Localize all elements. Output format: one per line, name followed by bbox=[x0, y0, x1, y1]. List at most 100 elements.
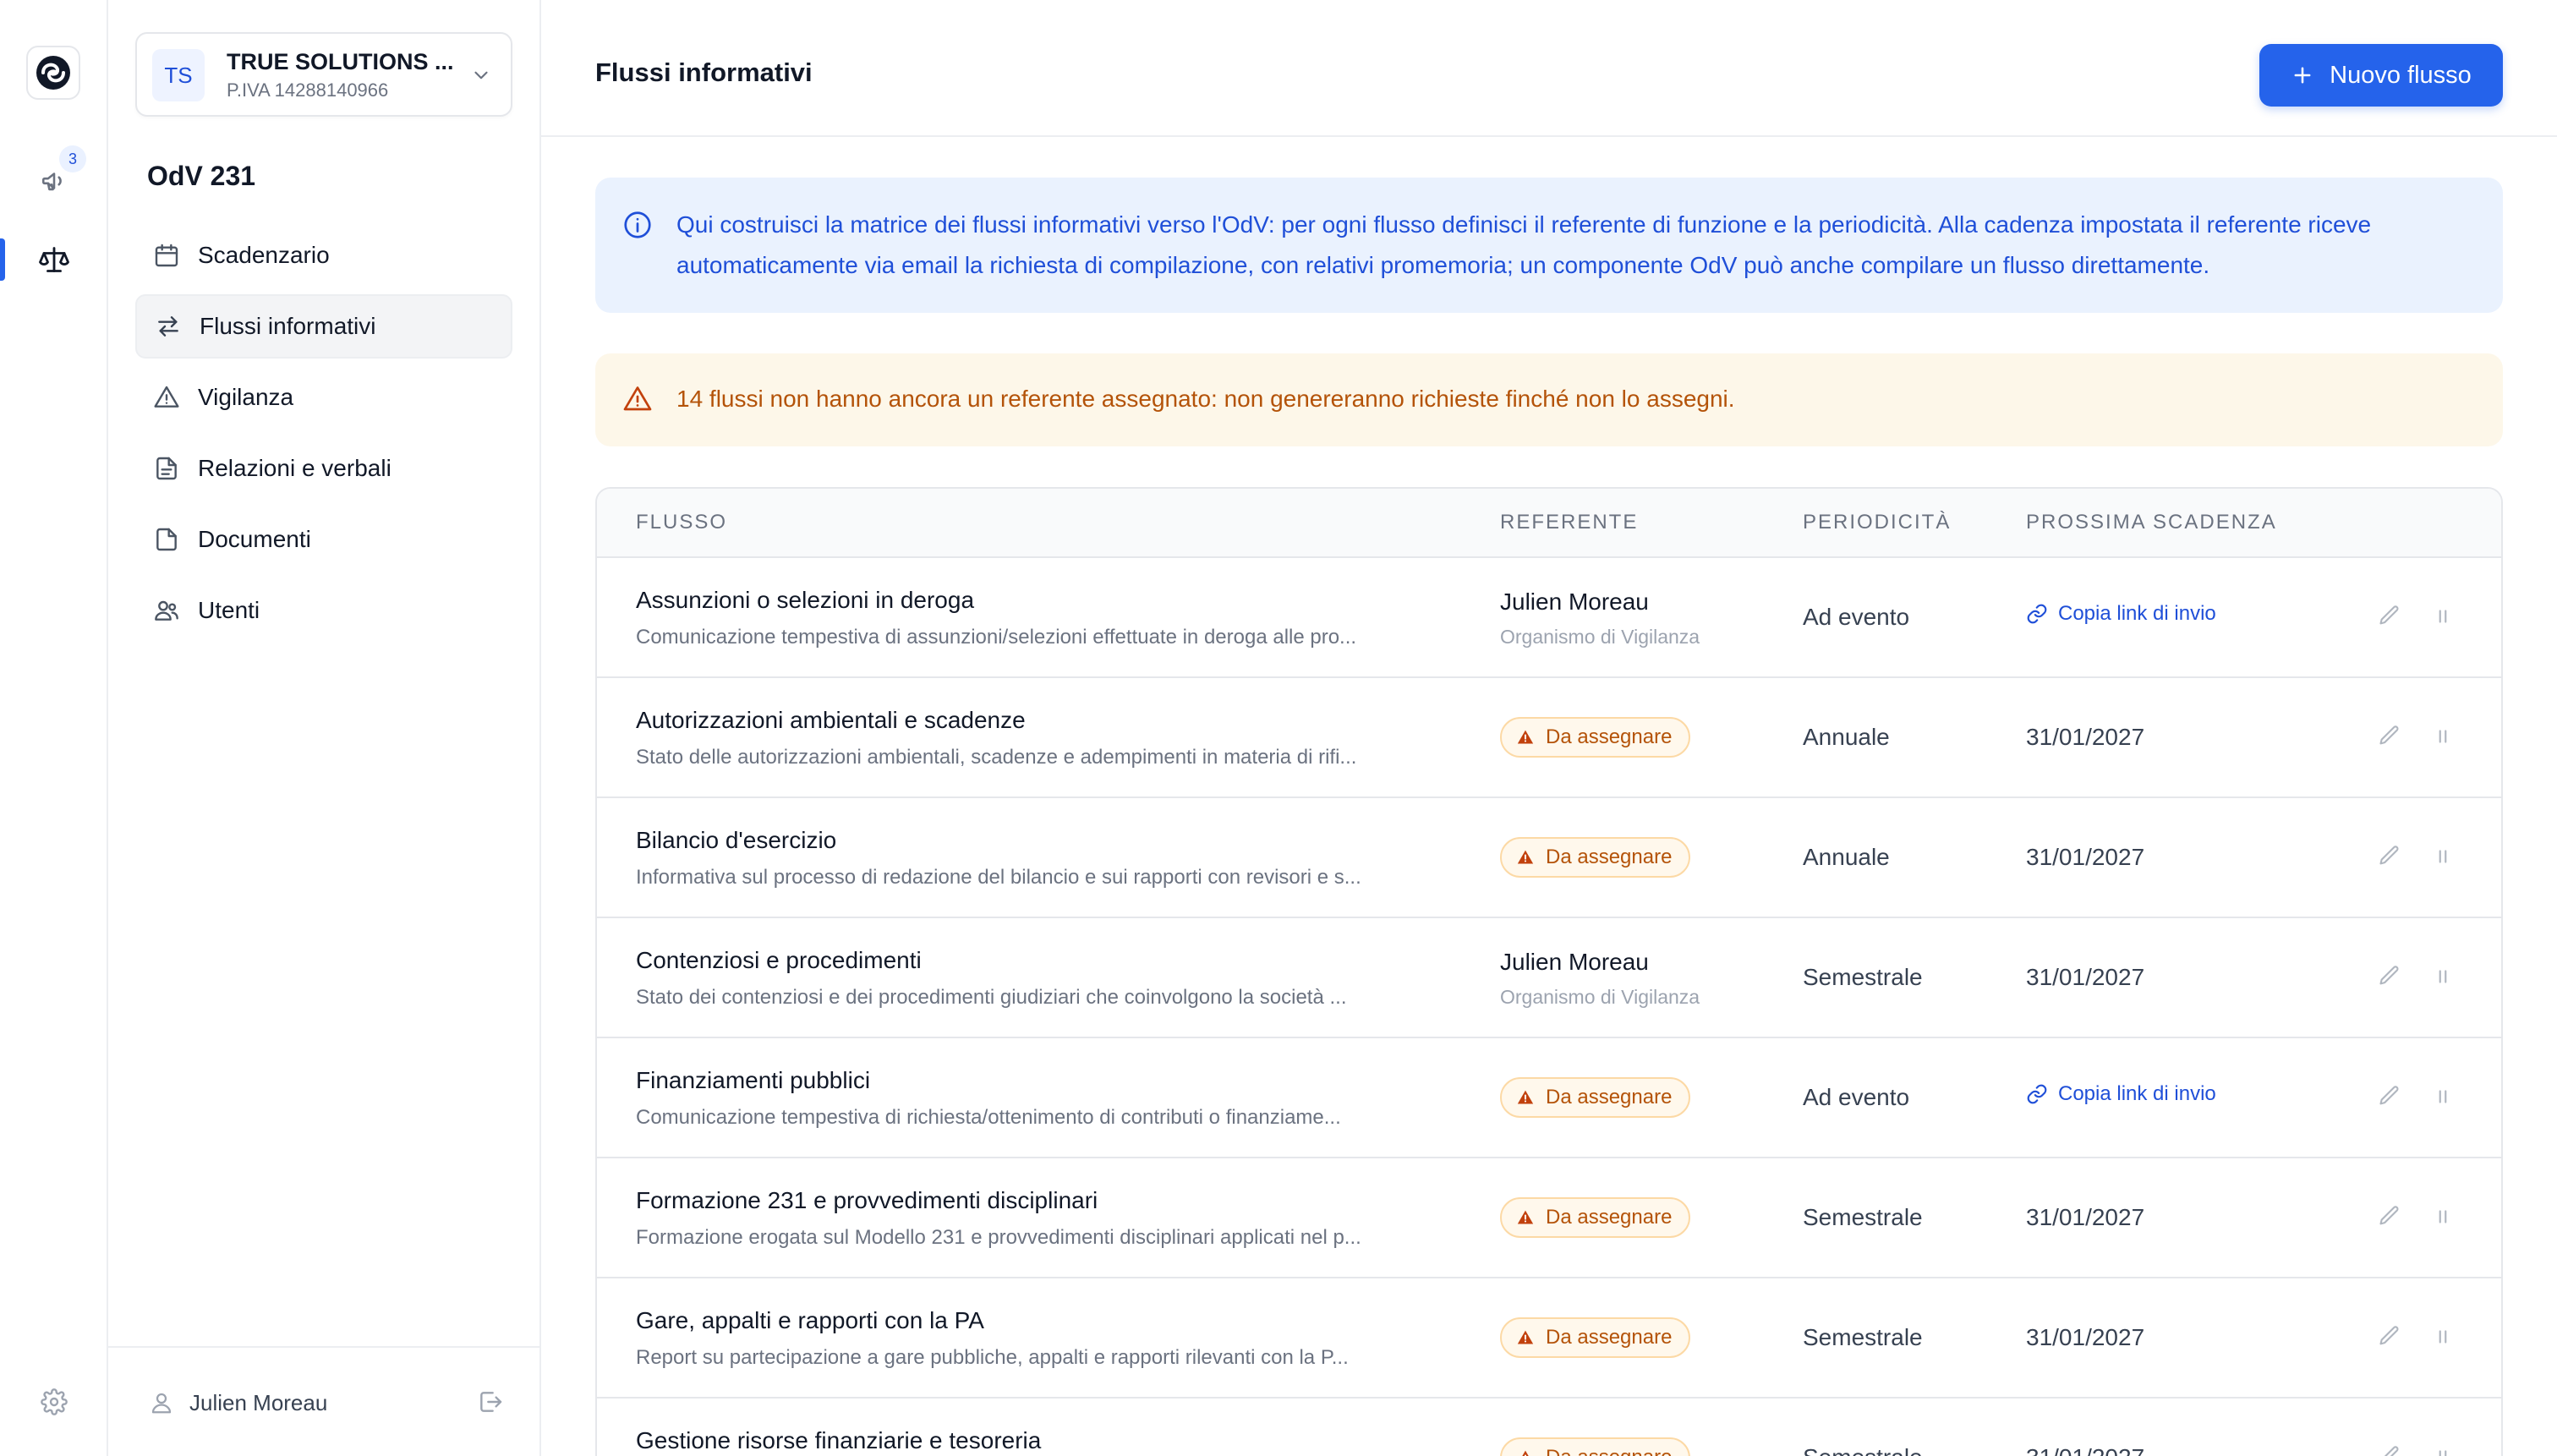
sidebar-item-label: Scadenzario bbox=[198, 242, 330, 268]
copy-link-button[interactable]: Copia link di invio bbox=[2026, 602, 2216, 626]
sidebar: TS TRUE SOLUTIONS ... P.IVA 14288140966 … bbox=[108, 0, 541, 1456]
warning-triangle-icon bbox=[152, 383, 181, 412]
unassigned-badge-label: Da assegnare bbox=[1546, 1086, 1673, 1108]
document-text-icon bbox=[152, 454, 181, 483]
flow-title[interactable]: Gare, appalti e rapporti con la PA bbox=[636, 1307, 984, 1334]
module-title: OdV 231 bbox=[147, 161, 256, 191]
pause-icon[interactable] bbox=[2432, 1206, 2454, 1232]
table-header: FLUSSO REFERENTE PERIODICITÀ PROSSIMA SC… bbox=[597, 489, 2501, 558]
pause-icon[interactable] bbox=[2432, 966, 2454, 992]
copy-link-button[interactable]: Copia link di invio bbox=[2026, 1082, 2216, 1106]
table-row[interactable]: Contenziosi e procedimenti Stato dei cont… bbox=[597, 918, 2501, 1038]
unassigned-badge[interactable]: Da assegnare bbox=[1500, 1077, 1691, 1118]
table-row[interactable]: Gestione risorse finanziarie e tesoreria… bbox=[597, 1399, 2501, 1456]
org-switcher[interactable]: TS TRUE SOLUTIONS ... P.IVA 14288140966 bbox=[135, 32, 512, 117]
table-row[interactable]: Assunzioni o selezioni in deroga Comunica… bbox=[597, 558, 2501, 678]
flow-next-deadline: 31/01/2027 bbox=[2026, 964, 2145, 990]
flow-description: Comunicazione tempestiva di assunzioni/s… bbox=[636, 626, 1357, 649]
flow-description: Comunicazione tempestiva di richiesta/ot… bbox=[636, 1106, 1341, 1129]
pause-icon[interactable] bbox=[2432, 846, 2454, 872]
unassigned-badge[interactable]: Da assegnare bbox=[1500, 1197, 1691, 1238]
sidebar-item-utenti[interactable]: Utenti bbox=[135, 578, 512, 643]
flow-description: Stato dei contenziosi e dei procedimenti… bbox=[636, 986, 1347, 1009]
pause-icon[interactable] bbox=[2432, 1086, 2454, 1112]
sidebar-item-documenti[interactable]: Documenti bbox=[135, 507, 512, 572]
pencil-icon[interactable] bbox=[2378, 844, 2401, 872]
unassigned-badge[interactable]: Da assegnare bbox=[1500, 1317, 1691, 1358]
flow-title[interactable]: Gestione risorse finanziarie e tesoreria bbox=[636, 1427, 1041, 1454]
unassigned-badge-label: Da assegnare bbox=[1546, 725, 1673, 748]
pencil-icon[interactable] bbox=[2378, 964, 2401, 992]
flows-table: FLUSSO REFERENTE PERIODICITÀ PROSSIMA SC… bbox=[595, 487, 2503, 1456]
pencil-icon[interactable] bbox=[2378, 1204, 2401, 1232]
org-avatar: TS bbox=[152, 49, 205, 101]
flow-title[interactable]: Assunzioni o selezioni in deroga bbox=[636, 587, 974, 614]
current-user-name: Julien Moreau bbox=[189, 1390, 328, 1415]
column-header-periodicita[interactable]: PERIODICITÀ bbox=[1803, 511, 1951, 534]
copy-link-label: Copia link di invio bbox=[2058, 602, 2216, 625]
pause-icon[interactable] bbox=[2432, 1326, 2454, 1352]
flow-next-deadline: 31/01/2027 bbox=[2026, 1324, 2145, 1350]
flow-title[interactable]: Formazione 231 e provvedimenti disciplin… bbox=[636, 1187, 1098, 1214]
pause-icon[interactable] bbox=[2432, 605, 2454, 632]
sidebar-item-flussi-informativi[interactable]: Flussi informativi bbox=[135, 294, 512, 359]
column-header-flusso[interactable]: FLUSSO bbox=[636, 511, 727, 534]
sidebar-item-vigilanza[interactable]: Vigilanza bbox=[135, 365, 512, 430]
flow-periodicity: Ad evento bbox=[1803, 604, 1910, 630]
calendar-icon bbox=[152, 241, 181, 270]
flow-periodicity: Semestrale bbox=[1803, 1324, 1923, 1350]
referente-name: Julien Moreau bbox=[1500, 949, 1649, 975]
info-banner: Qui costruisci la matrice dei flussi inf… bbox=[595, 178, 2503, 313]
chevron-down-icon bbox=[470, 64, 492, 90]
pencil-icon[interactable] bbox=[2378, 604, 2401, 632]
sidebar-item-scadenzario[interactable]: Scadenzario bbox=[135, 223, 512, 287]
table-row[interactable]: Finanziamenti pubblici Comunicazione temp… bbox=[597, 1038, 2501, 1158]
table-row[interactable]: Gare, appalti e rapporti con la PA Report… bbox=[597, 1278, 2501, 1399]
unassigned-badge[interactable]: Da assegnare bbox=[1500, 837, 1691, 878]
flow-title[interactable]: Autorizzazioni ambientali e scadenze bbox=[636, 707, 1026, 734]
pause-icon[interactable] bbox=[2432, 725, 2454, 752]
pencil-icon[interactable] bbox=[2378, 1084, 2401, 1112]
flow-description: Report su partecipazione a gare pubblich… bbox=[636, 1346, 1349, 1369]
warning-triangle-icon bbox=[1517, 850, 1534, 864]
sidebar-item-relazioni-e-verbali[interactable]: Relazioni e verbali bbox=[135, 436, 512, 501]
pencil-icon[interactable] bbox=[2378, 724, 2401, 752]
pause-icon[interactable] bbox=[2432, 1446, 2454, 1456]
logout-icon[interactable] bbox=[477, 1388, 504, 1420]
column-header-referente[interactable]: REFERENTE bbox=[1500, 511, 1638, 534]
warning-triangle-icon bbox=[1517, 1090, 1534, 1104]
table-row[interactable]: Autorizzazioni ambientali e scadenze Stat… bbox=[597, 678, 2501, 798]
user-icon bbox=[149, 1390, 174, 1420]
pencil-icon[interactable] bbox=[2378, 1324, 2401, 1352]
unassigned-badge-label: Da assegnare bbox=[1546, 846, 1673, 868]
referente-role: Organismo di Vigilanza bbox=[1500, 986, 1700, 1008]
warning-triangle-icon bbox=[1517, 730, 1534, 744]
flow-next-deadline: 31/01/2027 bbox=[2026, 1444, 2144, 1456]
flow-title[interactable]: Contenziosi e procedimenti bbox=[636, 947, 922, 974]
flow-next-deadline: 31/01/2027 bbox=[2026, 844, 2145, 870]
info-icon bbox=[622, 210, 653, 244]
logo-icon[interactable] bbox=[26, 46, 80, 100]
new-flow-button[interactable]: Nuovo flusso bbox=[2259, 44, 2503, 107]
table-row[interactable]: Bilancio d'esercizio Informativa sul proc… bbox=[597, 798, 2501, 918]
gear-icon[interactable] bbox=[30, 1378, 78, 1426]
flow-next-deadline: 31/01/2027 bbox=[2026, 724, 2145, 750]
flow-title[interactable]: Bilancio d'esercizio bbox=[636, 827, 836, 854]
main-content: Flussi informativi Nuovo flusso Qui cost… bbox=[541, 0, 2557, 1456]
unassigned-badge-label: Da assegnare bbox=[1546, 1326, 1673, 1349]
info-banner-text: Qui costruisci la matrice dei flussi inf… bbox=[676, 211, 2372, 278]
warning-triangle-icon bbox=[1517, 1330, 1534, 1344]
pencil-icon[interactable] bbox=[2378, 1444, 2401, 1456]
unassigned-badge[interactable]: Da assegnare bbox=[1500, 717, 1691, 758]
table-row[interactable]: Formazione 231 e provvedimenti disciplin… bbox=[597, 1158, 2501, 1278]
sidebar-item-label: Documenti bbox=[198, 526, 311, 552]
flow-periodicity: Semestrale bbox=[1803, 1444, 1923, 1456]
unassigned-badge[interactable]: Da assegnare bbox=[1500, 1437, 1691, 1456]
column-header-prossima-scadenza[interactable]: PROSSIMA SCADENZA bbox=[2026, 511, 2277, 534]
sidebar-item-label: Relazioni e verbali bbox=[198, 455, 391, 481]
scale-icon[interactable] bbox=[30, 236, 78, 283]
flow-periodicity: Annuale bbox=[1803, 724, 1890, 750]
notification-badge: 3 bbox=[59, 145, 86, 172]
unassigned-badge-label: Da assegnare bbox=[1546, 1446, 1672, 1456]
flow-title[interactable]: Finanziamenti pubblici bbox=[636, 1067, 870, 1094]
